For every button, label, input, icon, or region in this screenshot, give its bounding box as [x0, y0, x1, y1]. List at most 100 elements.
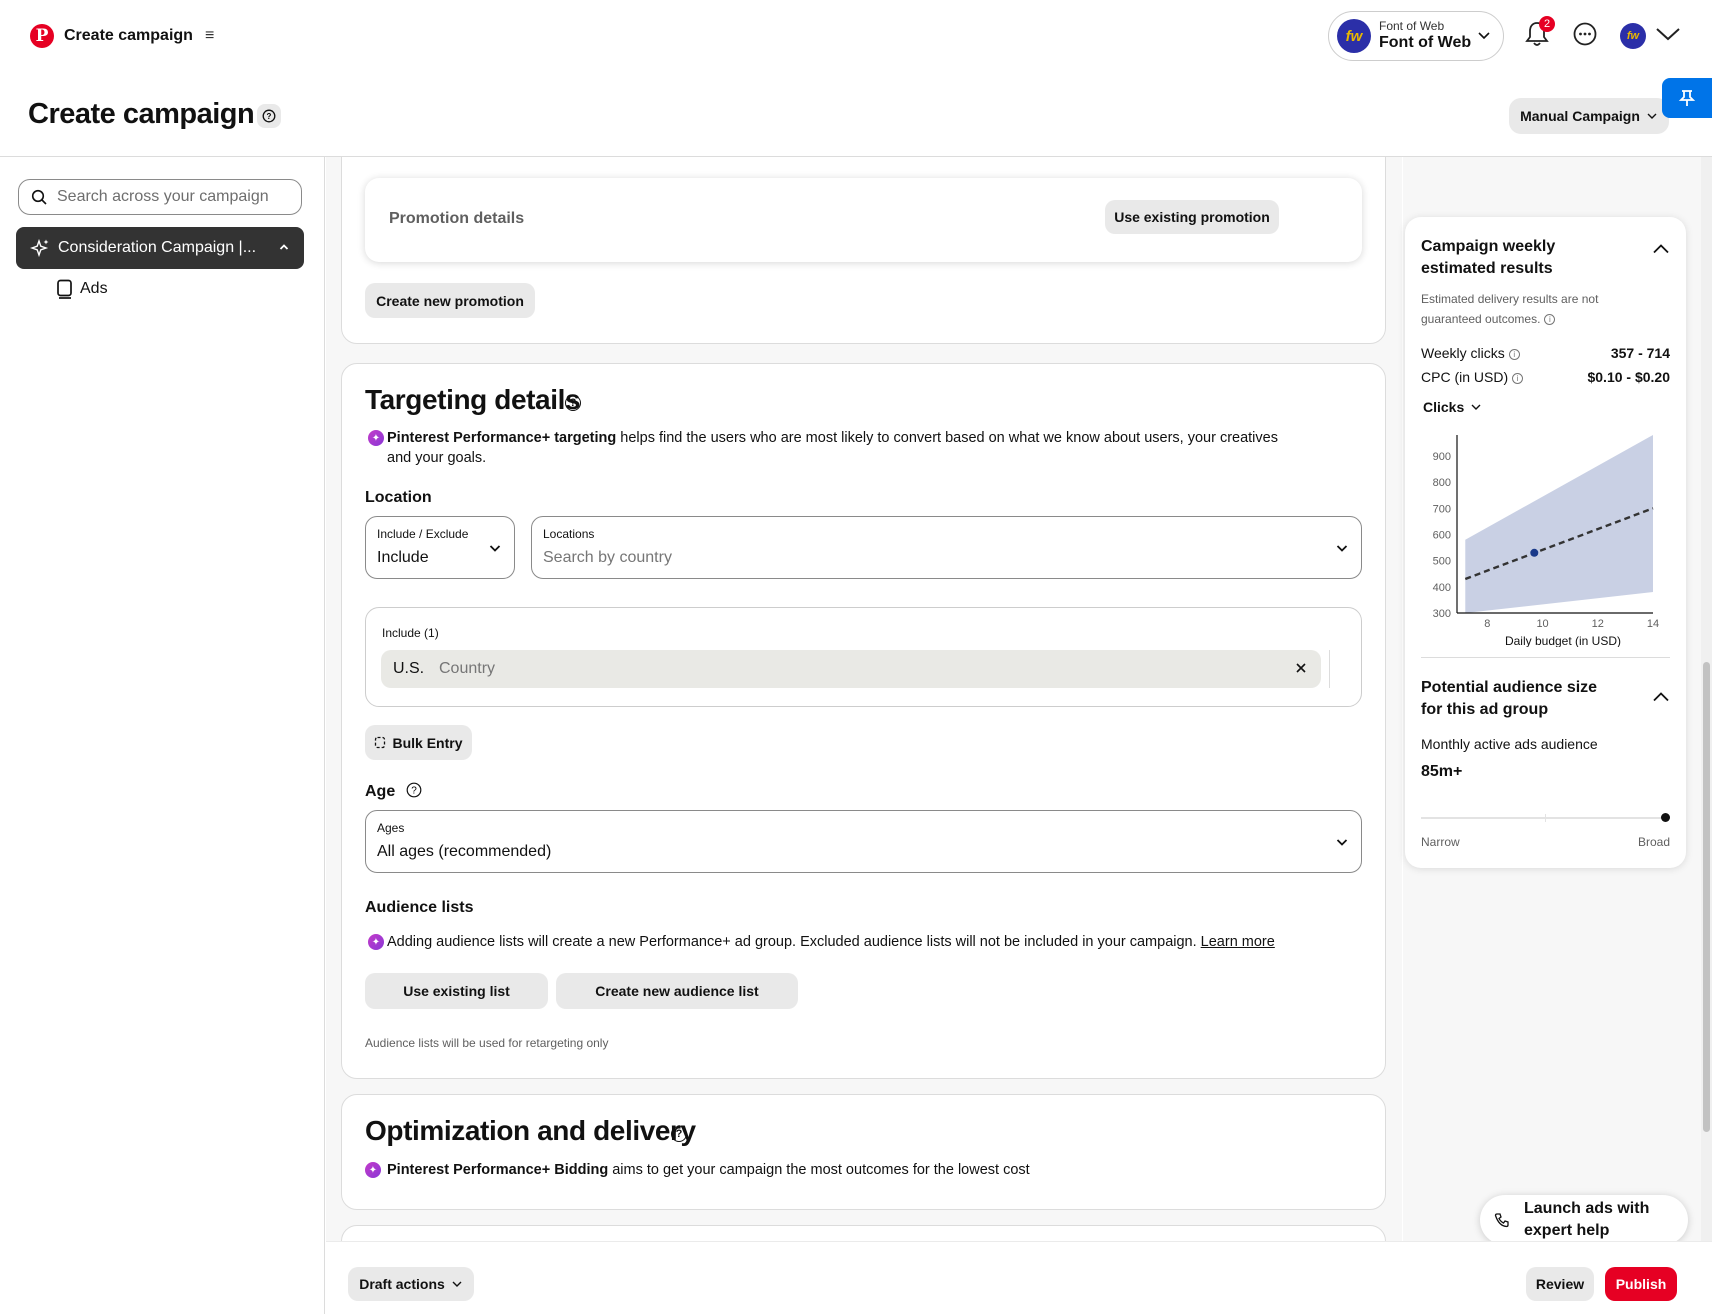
- y-tick-label: 400: [1433, 582, 1451, 594]
- audience-subtitle: Monthly active ads audience: [1421, 736, 1598, 752]
- performance-targeting-text: Pinterest Performance+ targeting helps f…: [387, 430, 1278, 466]
- x-axis-label: Daily budget (in USD): [1505, 634, 1621, 647]
- help-icon[interactable]: ?: [671, 1126, 687, 1142]
- close-icon[interactable]: [1293, 660, 1309, 676]
- chevron-down-icon: [452, 1281, 462, 1287]
- chevron-down-icon: [489, 545, 501, 552]
- chip-location-name: U.S.: [393, 660, 425, 677]
- svg-text:?: ?: [267, 112, 272, 121]
- y-tick-label: 900: [1433, 451, 1451, 463]
- scrollbar-thumb[interactable]: [1703, 662, 1710, 1132]
- confidence-band: [1465, 435, 1653, 613]
- account-switcher[interactable]: fw Font of Web Font of Web: [1328, 11, 1504, 61]
- chevron-up-icon[interactable]: [1652, 691, 1670, 703]
- brand: P Create campaign ≡: [30, 24, 214, 48]
- use-existing-promotion-button[interactable]: Use existing promotion: [1105, 200, 1279, 234]
- sidebar-item-campaign[interactable]: Consideration Campaign |...: [16, 227, 304, 269]
- create-new-promotion-button[interactable]: Create new promotion: [365, 283, 535, 318]
- search-input[interactable]: [57, 188, 287, 206]
- main-content: Promotion details Use existing promotion…: [326, 157, 1402, 1241]
- account-name: Font of Web: [1379, 33, 1472, 51]
- campaign-search[interactable]: [18, 179, 302, 215]
- divider: [1421, 657, 1670, 658]
- bulk-entry-button[interactable]: Bulk Entry: [365, 725, 472, 760]
- help-icon[interactable]: ?: [257, 104, 281, 128]
- chevron-down-icon[interactable]: [1335, 541, 1349, 555]
- review-button[interactable]: Review: [1526, 1267, 1594, 1301]
- y-tick-label: 500: [1433, 556, 1451, 568]
- learn-more-link[interactable]: Learn more: [1201, 934, 1275, 950]
- next-section-card: [341, 1225, 1386, 1241]
- x-tick-label: 10: [1536, 618, 1548, 630]
- performance-plus-icon: ✦: [365, 1162, 381, 1178]
- pin-icon[interactable]: [1662, 78, 1712, 118]
- location-label: Location: [365, 489, 432, 506]
- field-label: Locations: [543, 527, 595, 541]
- account-menu-chevron-icon[interactable]: [1654, 20, 1682, 48]
- pinterest-logo[interactable]: P: [30, 24, 54, 48]
- scrollbar[interactable]: [1701, 157, 1712, 1241]
- draft-actions-label: Draft actions: [359, 1276, 445, 1292]
- optimization-card: Optimization and delivery ? ✦ Pinterest …: [341, 1094, 1386, 1210]
- weekly-clicks-value: 357 - 714: [1610, 345, 1670, 361]
- publish-button[interactable]: Publish: [1605, 1267, 1677, 1301]
- estimates-panel: Campaign weekly estimated results Estima…: [1405, 217, 1686, 868]
- top-bar: P Create campaign ≡ fw Font of Web Font …: [0, 0, 1712, 72]
- estimates-title: Campaign weekly estimated results: [1421, 238, 1556, 277]
- notification-badge: 2: [1539, 16, 1555, 32]
- footer-bar: Draft actions Review Publish: [326, 1241, 1712, 1314]
- metric-label: Weekly clicks: [1421, 345, 1505, 361]
- locations-field[interactable]: Locations Search by country: [531, 516, 1362, 579]
- field-label: Ages: [377, 821, 405, 835]
- weekly-clicks-row: Weekly clicks i 357 - 714: [1421, 345, 1670, 361]
- targeting-card: Targeting details ? ✦ Pinterest Performa…: [341, 363, 1386, 1079]
- menu-icon[interactable]: ≡: [205, 27, 214, 45]
- broad-label: Broad: [1637, 835, 1670, 849]
- performance-bidding-text: Pinterest Performance+ Bidding aims to g…: [387, 1162, 1030, 1178]
- estimate-chart: 300 400 500 600 700 800 900 8 10 12 14 Daily budget…: [1433, 435, 1659, 647]
- x-tick-label: 8: [1484, 618, 1490, 630]
- field-value: All ages (recommended): [377, 843, 552, 860]
- meter-midpoint: [1545, 814, 1546, 822]
- chip-location-type: Country: [439, 660, 496, 677]
- chevron-up-icon[interactable]: [1652, 243, 1670, 255]
- campaign-mode-label: Manual Campaign: [1520, 108, 1640, 124]
- performance-plus-icon: ✦: [368, 430, 384, 446]
- help-icon[interactable]: ?: [565, 395, 581, 411]
- help-icon[interactable]: ?: [406, 782, 422, 798]
- promotion-card: Promotion details Use existing promotion…: [341, 157, 1386, 344]
- cpc-value: $0.10 - $0.20: [1587, 369, 1670, 385]
- expert-help-button[interactable]: Launch ads with expert help: [1480, 1195, 1688, 1245]
- include-exclude-select[interactable]: Include / Exclude Include: [365, 516, 515, 579]
- chevron-up-icon[interactable]: [278, 241, 290, 253]
- sidebar-item-ads[interactable]: Ads: [56, 279, 108, 299]
- info-icon[interactable]: i: [1512, 372, 1524, 384]
- chevron-down-icon: [1478, 32, 1490, 40]
- info-icon[interactable]: i: [1508, 348, 1520, 360]
- create-new-audience-list-button[interactable]: Create new audience list: [556, 973, 798, 1009]
- use-existing-list-button[interactable]: Use existing list: [365, 973, 548, 1009]
- user-avatar[interactable]: fw: [1620, 23, 1646, 49]
- ages-select[interactable]: Ages All ages (recommended): [365, 810, 1362, 873]
- chevron-down-icon: [1471, 404, 1481, 410]
- metric-dropdown[interactable]: Clicks: [1423, 399, 1482, 415]
- retargeting-note: Audience lists will be used for retarget…: [365, 1036, 609, 1050]
- sidebar-item-label: Consideration Campaign |...: [58, 239, 257, 256]
- locations-placeholder[interactable]: Search by country: [543, 549, 672, 567]
- optimization-title: Optimization and delivery: [365, 1115, 696, 1146]
- y-tick-label: 700: [1433, 503, 1451, 515]
- svg-text:?: ?: [411, 786, 417, 797]
- audience-title: Potential audience size for this ad grou…: [1421, 679, 1598, 718]
- messages-icon[interactable]: [1571, 20, 1599, 48]
- y-tick-label: 600: [1433, 529, 1451, 541]
- sidebar-item-label: Ads: [80, 280, 108, 297]
- cpc-row: CPC (in USD) i $0.10 - $0.20: [1421, 369, 1670, 385]
- performance-plus-icon: ✦: [368, 934, 384, 950]
- location-chip: U.S. Country: [381, 650, 1321, 688]
- chevron-down-icon: [1336, 839, 1348, 846]
- ad-icon: [57, 279, 72, 299]
- metric-dropdown-label: Clicks: [1423, 399, 1465, 415]
- info-icon[interactable]: i: [1544, 314, 1556, 326]
- campaign-mode-dropdown[interactable]: Manual Campaign: [1509, 98, 1669, 134]
- draft-actions-dropdown[interactable]: Draft actions: [348, 1267, 474, 1301]
